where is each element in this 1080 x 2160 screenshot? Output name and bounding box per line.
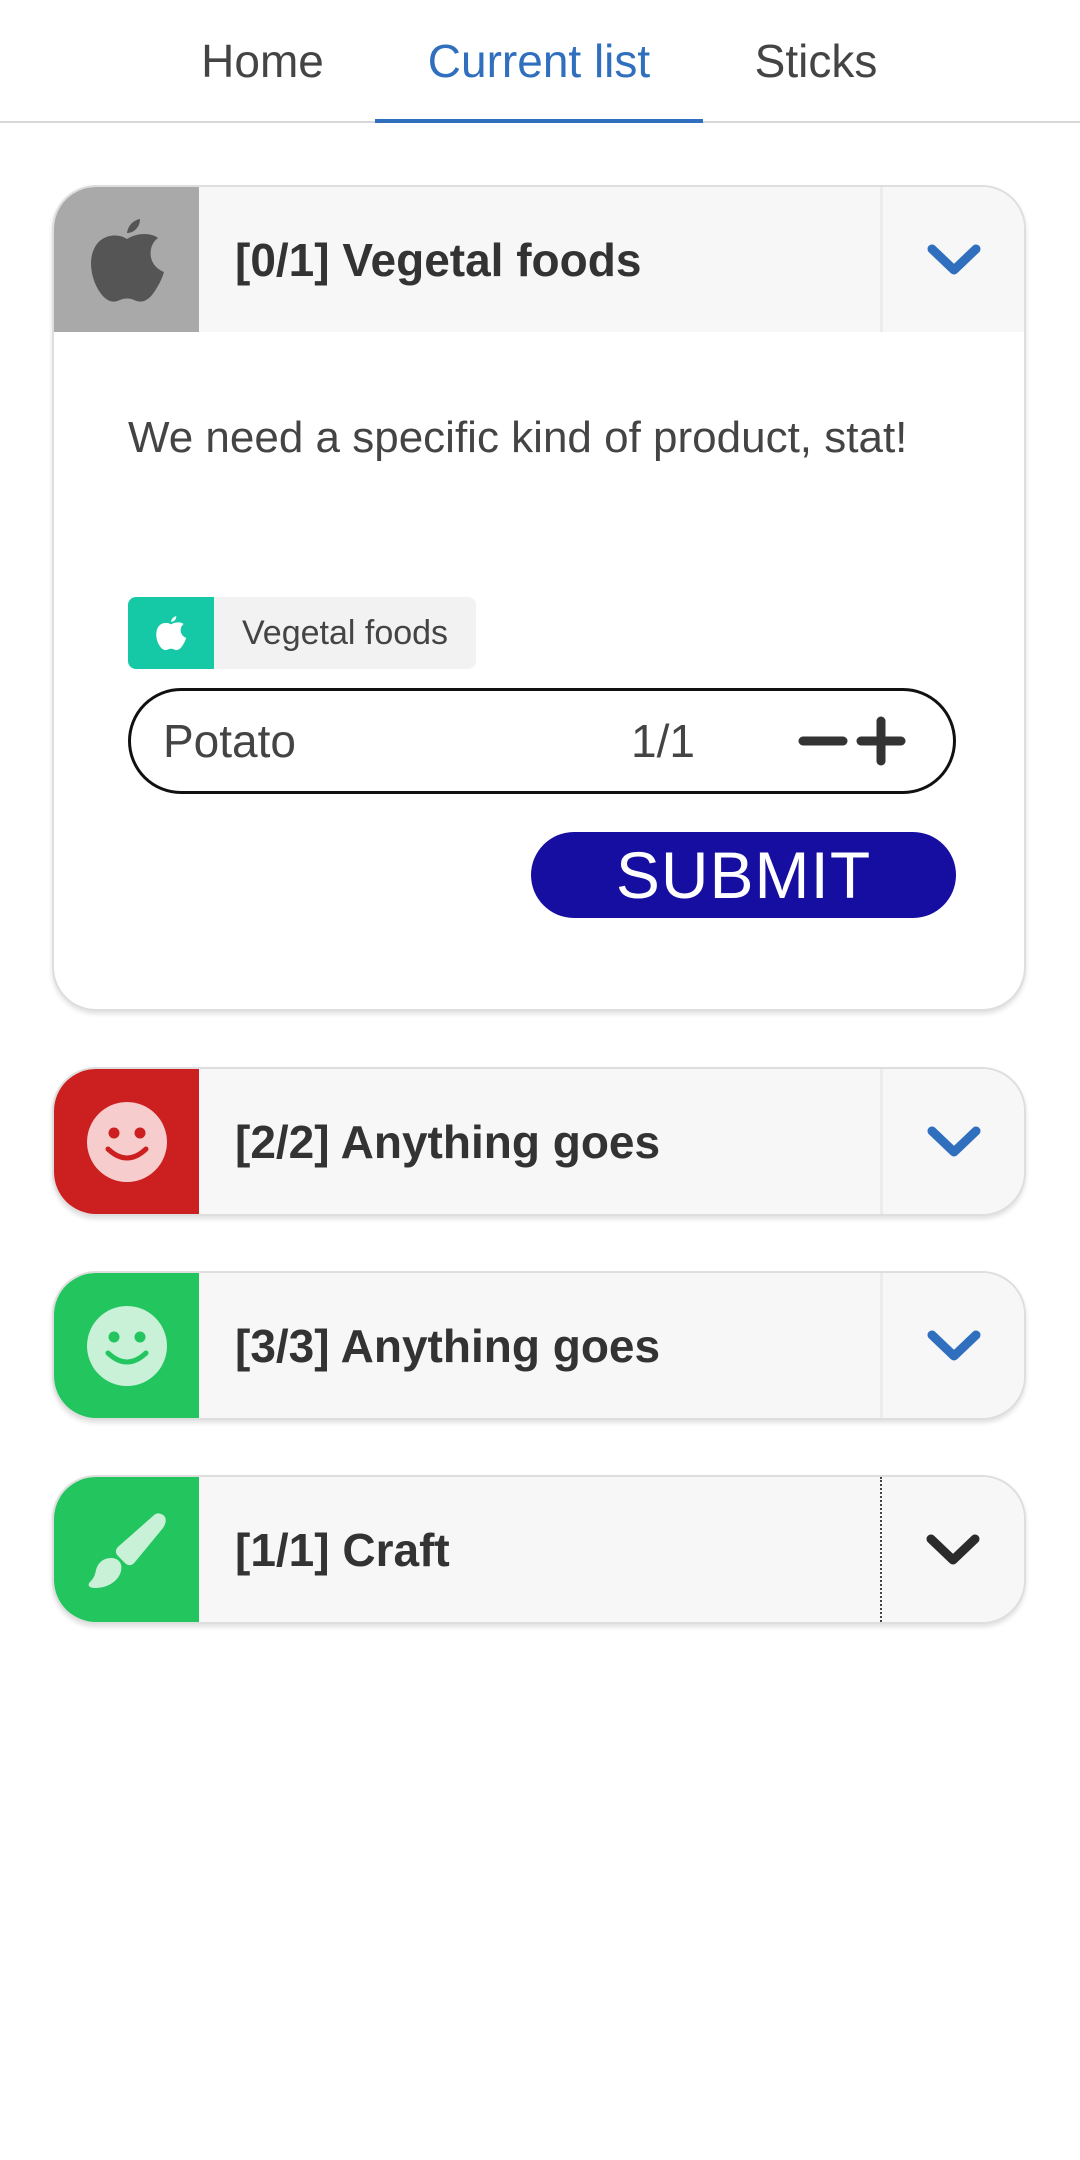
product-name: Potato: [163, 715, 296, 767]
card-header[interactable]: [2/2] Anything goes: [54, 1069, 1024, 1214]
tab-current-list-label: Current list: [427, 34, 651, 87]
list-card-vegetal-foods: [0/1] Vegetal foods We need a specific k…: [52, 185, 1026, 1011]
tag-label: Vegetal foods: [242, 613, 449, 652]
paintbrush-icon: [88, 1512, 166, 1588]
product-item-row: Potato 1/1: [128, 688, 956, 794]
expand-toggle[interactable]: [880, 1069, 1024, 1214]
minus-icon[interactable]: [798, 716, 848, 766]
card-title: [3/3] Anything goes: [235, 1319, 661, 1372]
product-count: 1/1: [631, 715, 695, 767]
card-icon-container: [54, 1273, 199, 1418]
tab-bar: Home Current list Sticks: [0, 0, 1080, 123]
list-card-anything-goes-green: [3/3] Anything goes: [52, 1271, 1026, 1420]
plus-icon[interactable]: [856, 716, 906, 766]
smiley-icon: [86, 1101, 167, 1182]
card-header[interactable]: [3/3] Anything goes: [54, 1273, 1024, 1418]
smiley-icon: [86, 1305, 167, 1386]
expand-toggle[interactable]: [880, 1477, 1024, 1622]
expand-toggle[interactable]: [880, 187, 1024, 332]
card-body: We need a specific kind of product, stat…: [54, 332, 1024, 1009]
tab-current-list[interactable]: Current list: [375, 0, 703, 123]
list-card-anything-goes-red: [2/2] Anything goes: [52, 1067, 1026, 1216]
card-icon-container: [54, 187, 199, 332]
submit-button[interactable]: SUBMIT: [531, 832, 956, 918]
apple-icon: [90, 218, 164, 302]
chevron-down-icon: [926, 1534, 980, 1564]
category-tag: Vegetal foods: [128, 597, 477, 669]
tab-home[interactable]: Home: [180, 0, 345, 121]
active-tab-indicator: [375, 119, 703, 123]
card-title: [0/1] Vegetal foods: [235, 233, 642, 286]
tab-sticks[interactable]: Sticks: [722, 0, 910, 121]
tag-icon-container: [128, 597, 214, 669]
expand-toggle[interactable]: [880, 1273, 1024, 1418]
apple-icon: [156, 616, 187, 651]
card-header[interactable]: [0/1] Vegetal foods: [54, 187, 1024, 332]
chevron-down-icon: [927, 1330, 980, 1360]
card-title: [1/1] Craft: [235, 1523, 450, 1576]
card-header[interactable]: [1/1] Craft: [54, 1477, 1024, 1622]
card-icon-container: [54, 1477, 199, 1622]
card-description: We need a specific kind of product, stat…: [128, 413, 908, 462]
card-icon-container: [54, 1069, 199, 1214]
chevron-down-icon: [927, 1126, 980, 1156]
list-card-craft: [1/1] Craft: [52, 1475, 1026, 1624]
card-title: [2/2] Anything goes: [235, 1115, 661, 1168]
chevron-down-icon: [927, 244, 980, 274]
